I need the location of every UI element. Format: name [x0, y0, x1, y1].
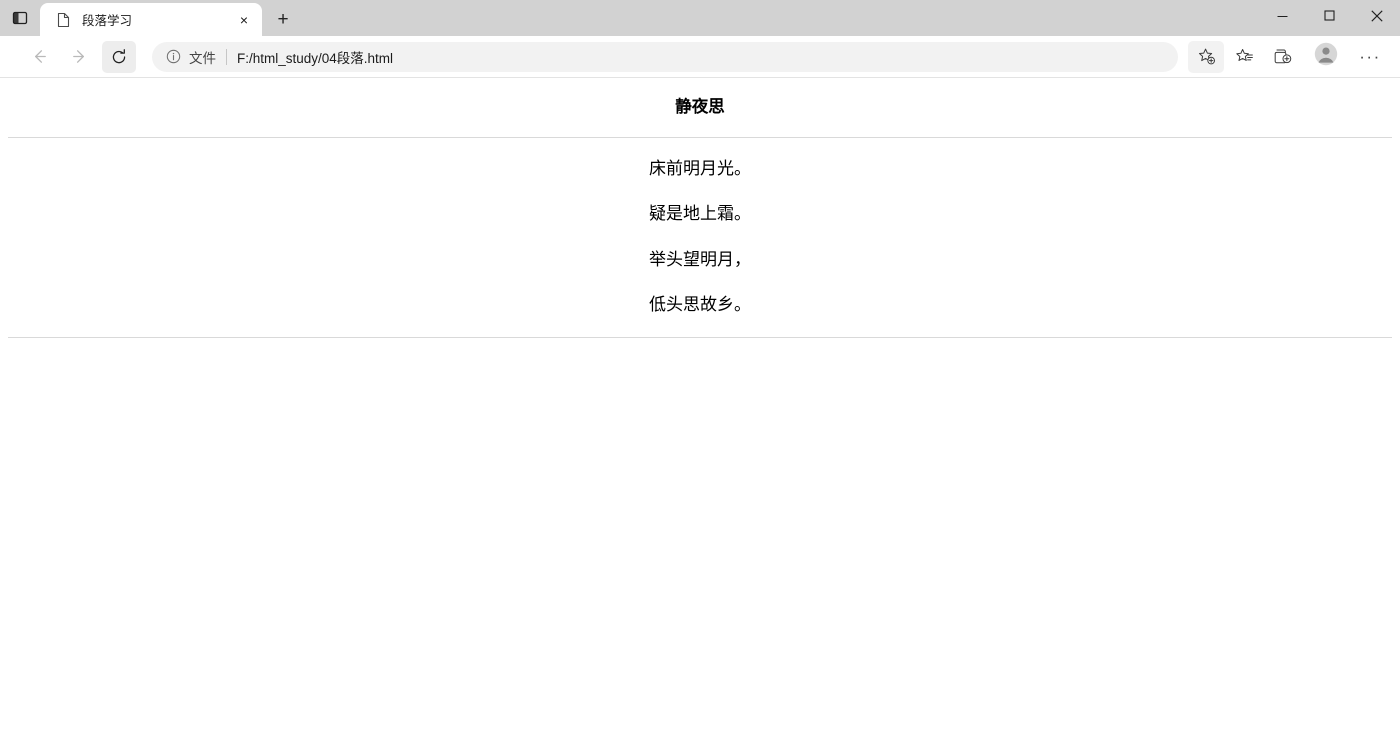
document-icon: [54, 11, 72, 29]
favorites-button[interactable]: [1226, 41, 1262, 73]
poem-line: 举头望明月，: [649, 249, 751, 269]
new-tab-button[interactable]: +: [266, 3, 300, 35]
title-bar: 段落学习 × +: [0, 0, 1400, 36]
document-body: 静夜思 床前明月光。 疑是地上霜。 举头望明月， 低头思故乡。: [0, 78, 1400, 338]
settings-and-more-button[interactable]: ···: [1352, 41, 1388, 73]
tab-actions-icon: [12, 10, 28, 26]
tab-title: 段落学习: [82, 14, 133, 28]
refresh-icon: [110, 48, 128, 66]
poem-line: 低头思故乡。: [649, 295, 751, 315]
collections-button[interactable]: [1264, 41, 1300, 73]
page-content: 静夜思 床前明月光。 疑是地上霜。 举头望明月， 低头思故乡。: [0, 78, 1400, 736]
browser-tab[interactable]: 段落学习 ×: [40, 3, 262, 36]
page-title: 静夜思: [675, 98, 725, 116]
horizontal-rule-bottom: [8, 336, 1392, 338]
collections-plus-icon: [1273, 47, 1292, 66]
star-plus-icon: [1197, 47, 1216, 66]
star-list-icon: [1235, 47, 1254, 66]
info-circle-icon[interactable]: [164, 48, 182, 66]
minimize-button[interactable]: [1259, 0, 1306, 32]
window-controls: [1259, 0, 1400, 36]
back-button[interactable]: [22, 41, 56, 73]
address-scheme-label: 文件: [189, 50, 216, 66]
browser-toolbar: 文件 F:/html_study/04段落.html ···: [0, 36, 1400, 78]
avatar: [1314, 42, 1338, 71]
forward-button[interactable]: [62, 41, 96, 73]
address-bar[interactable]: 文件 F:/html_study/04段落.html: [152, 41, 1178, 72]
poem-line: 疑是地上霜。: [649, 204, 751, 224]
poem-line: 床前明月光。: [649, 158, 751, 178]
maximize-button[interactable]: [1306, 0, 1353, 32]
tab-close-icon[interactable]: ×: [232, 8, 256, 32]
tab-strip: 段落学习 × +: [40, 0, 1400, 36]
add-favorite-button[interactable]: [1188, 40, 1224, 73]
address-separator: [226, 48, 227, 65]
arrow-left-icon: [30, 47, 49, 66]
address-url-text[interactable]: F:/html_study/04段落.html: [237, 47, 1166, 67]
refresh-button[interactable]: [102, 40, 136, 73]
close-button[interactable]: [1353, 0, 1400, 32]
poem-lines: 床前明月光。 疑是地上霜。 举头望明月， 低头思故乡。: [8, 138, 1392, 337]
tab-actions-button[interactable]: [0, 0, 40, 36]
arrow-right-icon: [70, 47, 89, 66]
profile-button[interactable]: [1308, 41, 1344, 73]
